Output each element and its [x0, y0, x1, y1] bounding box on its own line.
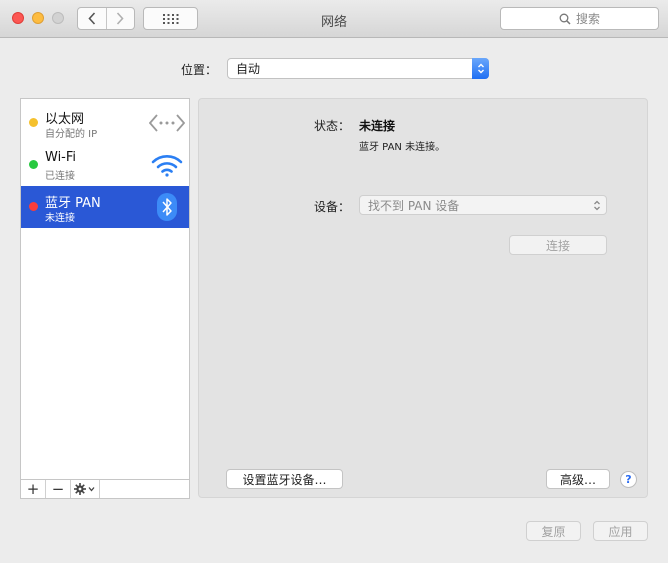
plus-icon: + — [26, 480, 40, 498]
search-placeholder: 搜索 — [575, 12, 600, 26]
device-label: 设备： — [314, 200, 351, 214]
service-status: 未连接 — [45, 213, 75, 224]
location-label: 位置： — [181, 63, 218, 77]
service-item-ethernet[interactable]: 以太网 自分配的 IP — [21, 102, 189, 144]
network-preferences-window: 网络 搜索 位置： 自动 以太网 自分配的 IP Wi-Fi 已连接 蓝牙 PA… — [0, 0, 668, 563]
popup-arrows-icon — [472, 58, 489, 79]
device-value: 找不到 PAN 设备 — [368, 198, 460, 213]
location-value: 自动 — [236, 62, 261, 76]
service-name: Wi-Fi — [45, 150, 77, 165]
status-description: 蓝牙 PAN 未连接。 — [359, 142, 446, 153]
revert-button[interactable]: 复原 — [526, 521, 581, 541]
service-list-toolbar: + − — [20, 479, 190, 499]
apply-button[interactable]: 应用 — [593, 521, 648, 541]
search-icon — [559, 13, 571, 25]
status-dot — [29, 160, 38, 169]
help-button[interactable]: ? — [620, 471, 637, 488]
connect-button[interactable]: 连接 — [509, 235, 607, 255]
wifi-icon — [149, 150, 185, 180]
service-status: 自分配的 IP — [45, 129, 98, 140]
setup-bluetooth-device-button[interactable]: 设置蓝牙设备… — [226, 469, 343, 489]
advanced-button[interactable]: 高级… — [546, 469, 610, 489]
gear-icon — [74, 483, 95, 495]
remove-service-button[interactable]: − — [46, 480, 71, 498]
ethernet-icon — [149, 108, 185, 138]
status-dot — [29, 118, 38, 127]
status-value: 未连接 — [359, 119, 396, 133]
service-actions-button[interactable] — [71, 480, 100, 498]
minus-icon: − — [51, 480, 65, 498]
service-list: 以太网 自分配的 IP Wi-Fi 已连接 蓝牙 PAN 未连接 — [20, 98, 190, 498]
popup-arrows-icon — [594, 200, 600, 211]
search-field[interactable]: 搜索 — [500, 7, 659, 30]
status-dot — [29, 202, 38, 211]
add-service-button[interactable]: + — [21, 480, 46, 498]
status-label: 状态： — [314, 119, 351, 133]
bluetooth-icon — [149, 192, 185, 222]
detail-panel — [198, 98, 648, 498]
service-item-wifi[interactable]: Wi-Fi 已连接 — [21, 144, 189, 186]
location-popup[interactable]: 自动 — [227, 58, 489, 79]
device-popup[interactable]: 找不到 PAN 设备 — [359, 195, 607, 215]
title-bar: 网络 搜索 — [0, 0, 668, 38]
service-status: 已连接 — [45, 171, 75, 182]
service-item-bluetooth-pan[interactable]: 蓝牙 PAN 未连接 — [21, 186, 189, 228]
